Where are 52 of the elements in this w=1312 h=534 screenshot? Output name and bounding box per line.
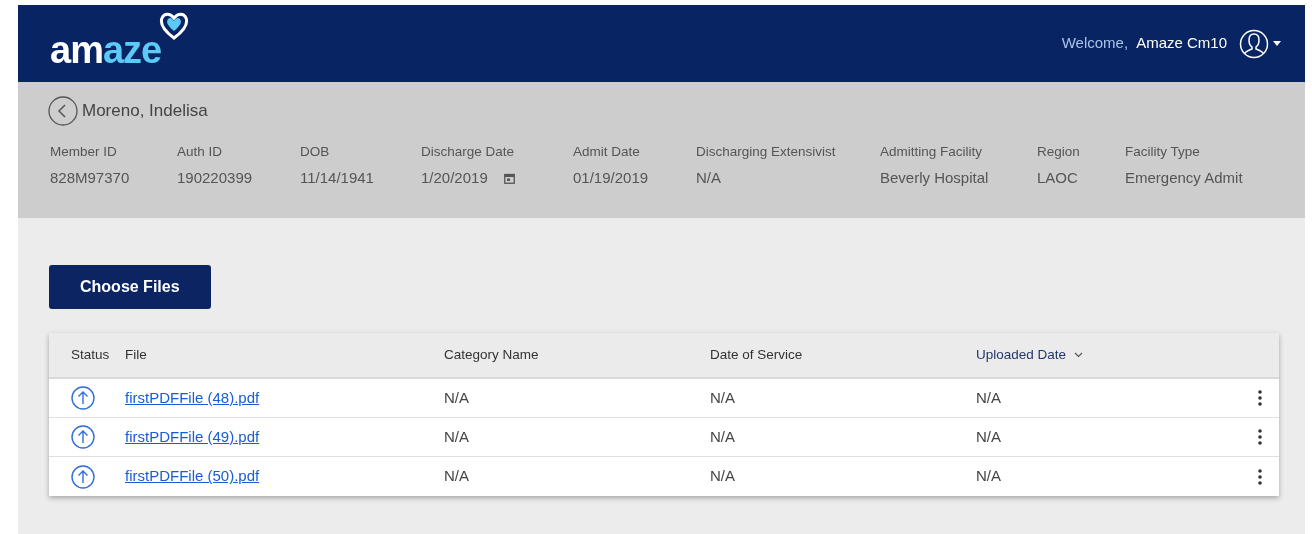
upload-icon — [71, 386, 95, 410]
heart-icon — [158, 10, 191, 41]
field-value: Emergency Admit — [1125, 168, 1243, 189]
caret-icon[interactable] — [1273, 41, 1281, 46]
upload-icon — [71, 464, 95, 489]
field-value: Beverly Hospital — [880, 168, 989, 189]
table-cell: N/A — [710, 388, 735, 406]
table-cell-text: N/A — [976, 426, 1001, 447]
field-value: 01/19/2019 — [573, 168, 649, 189]
file-link[interactable]: firstPDFFile (50).pdf — [125, 467, 260, 485]
file-link[interactable]: firstPDFFile (48).pdf — [125, 388, 260, 406]
welcome-text: Welcome, — [1061, 33, 1129, 54]
choose-files-button[interactable]: Choose Files — [49, 265, 211, 309]
file-link[interactable]: firstPDFFile (49).pdf — [125, 427, 260, 445]
field-label: Discharging Extensivist — [696, 143, 837, 161]
column-header[interactable]: Uploaded Date — [976, 344, 1067, 366]
field-value: 11/14/1941 — [300, 168, 374, 189]
field-value: 190220399 — [177, 168, 253, 189]
patient-name: Moreno, Indelisa — [82, 100, 208, 123]
more-options-icon[interactable] — [1258, 468, 1262, 485]
field-label: Member ID — [50, 143, 118, 161]
sort-chevron-icon[interactable] — [1074, 352, 1084, 358]
table-cell: N/A — [444, 467, 469, 485]
column-header[interactable]: Status — [71, 344, 110, 366]
upload-icon — [71, 425, 95, 449]
field-label: Facility Type — [1125, 143, 1201, 161]
calendar-icon[interactable] — [503, 173, 515, 184]
field-value: 828M97370 — [50, 168, 130, 189]
more-options-icon[interactable] — [1258, 429, 1262, 445]
field-value: 1/20/2019 — [421, 168, 488, 189]
field-label: Discharge Date — [421, 143, 516, 161]
table-cell-text: N/A — [976, 466, 1001, 487]
field-label: Admitting Facility — [880, 143, 984, 161]
field-label: Auth ID — [177, 143, 224, 161]
field-value: N/A — [696, 168, 721, 189]
user-name: Amaze Cm10 — [1136, 33, 1227, 54]
field-label: Region — [1037, 143, 1081, 161]
more-options-icon[interactable] — [1258, 390, 1262, 406]
user-avatar-icon[interactable] — [1239, 28, 1269, 59]
column-header[interactable]: Category Name — [444, 344, 539, 366]
back-icon[interactable] — [48, 96, 78, 126]
logo-text: amaze — [50, 28, 162, 71]
column-header[interactable]: Date of Service — [710, 344, 803, 366]
table-cell: N/A — [710, 427, 735, 445]
table-cell-text: N/A — [976, 387, 1001, 408]
field-value: LAOC — [1037, 168, 1078, 189]
table-cell: N/A — [444, 427, 469, 445]
table-cell: N/A — [444, 388, 469, 406]
field-label: Admit Date — [573, 143, 641, 161]
field-label: DOB — [300, 143, 331, 161]
column-header[interactable]: File — [125, 344, 147, 366]
table-cell: N/A — [710, 467, 735, 485]
